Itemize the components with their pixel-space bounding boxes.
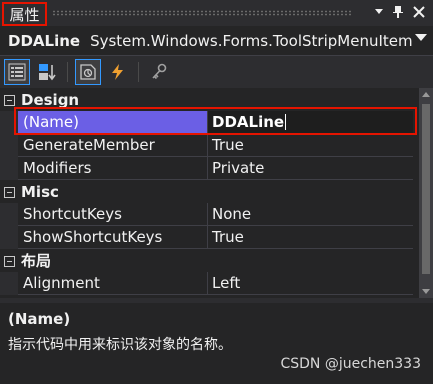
property-name[interactable]: (Name): [18, 111, 208, 134]
object-selector[interactable]: DDALine System.Windows.Forms.ToolStripMe…: [0, 26, 433, 56]
row-margin: [0, 134, 18, 157]
vertical-scrollbar[interactable]: [419, 88, 433, 298]
row-margin: [0, 157, 18, 180]
property-value[interactable]: True: [208, 226, 413, 249]
collapse-icon[interactable]: [4, 187, 15, 198]
property-value[interactable]: None: [208, 203, 413, 226]
property-name[interactable]: Alignment: [18, 272, 208, 295]
property-name[interactable]: ShortcutKeys: [18, 203, 208, 226]
category-misc[interactable]: Misc: [0, 180, 433, 203]
property-value[interactable]: True: [208, 134, 413, 157]
description-panel: (Name) 指示代码中用来标识该对象的名称。 CSDN @juechen333: [0, 303, 433, 384]
category-label: Misc: [21, 182, 59, 201]
window-title[interactable]: 属性: [2, 2, 47, 26]
row-margin: [0, 272, 18, 295]
property-row-modifiers[interactable]: Modifiers Private: [0, 157, 433, 180]
property-value[interactable]: Left: [208, 272, 413, 295]
property-row-name[interactable]: (Name) DDALine: [0, 111, 433, 134]
properties-icon[interactable]: [75, 59, 101, 85]
row-margin: [0, 203, 18, 226]
chevron-down-icon[interactable]: [415, 34, 427, 41]
events-icon[interactable]: [105, 59, 131, 85]
object-name: DDALine: [8, 31, 81, 50]
title-grip[interactable]: [52, 10, 353, 16]
property-value[interactable]: Private: [208, 157, 413, 180]
scroll-up-icon[interactable]: [422, 92, 430, 97]
object-type: System.Windows.Forms.ToolStripMenuItem: [90, 31, 413, 50]
toolbar-separator: [67, 62, 68, 82]
category-label: Design: [21, 90, 80, 109]
window-dropdown-icon[interactable]: [370, 3, 388, 21]
toolbar-separator: [138, 62, 139, 82]
property-grid: Design (Name) DDALine GenerateMember Tru…: [0, 88, 433, 298]
property-pages-icon[interactable]: [146, 59, 172, 85]
description-text: 指示代码中用来标识该对象的名称。: [8, 337, 232, 353]
property-name[interactable]: ShowShortcutKeys: [18, 226, 208, 249]
property-value-text: DDALine: [212, 113, 285, 131]
category-design[interactable]: Design: [0, 88, 433, 111]
window-title-label: 属性: [9, 5, 40, 24]
scroll-down-icon[interactable]: [422, 289, 430, 294]
property-row-alignment[interactable]: Alignment Left: [0, 272, 433, 295]
title-bar: 属性: [0, 0, 433, 26]
property-value-input[interactable]: DDALine: [208, 111, 413, 134]
collapse-icon[interactable]: [4, 95, 15, 106]
category-label: 布局: [21, 252, 52, 270]
watermark: CSDN @juechen333: [280, 356, 421, 372]
categorized-icon[interactable]: [4, 59, 30, 85]
text-caret: [285, 114, 287, 130]
toolbar: [0, 56, 433, 88]
property-name[interactable]: GenerateMember: [18, 134, 208, 157]
property-row-showshortcutkeys[interactable]: ShowShortcutKeys True: [0, 226, 433, 249]
row-margin: [0, 111, 18, 134]
row-margin: [0, 226, 18, 249]
alphabetical-icon[interactable]: [34, 59, 60, 85]
property-name[interactable]: Modifiers: [18, 157, 208, 180]
scroll-thumb[interactable]: [422, 104, 430, 274]
close-icon[interactable]: [410, 3, 428, 21]
collapse-icon[interactable]: [4, 256, 15, 267]
property-row-shortcutkeys[interactable]: ShortcutKeys None: [0, 203, 433, 226]
property-row-generatemember[interactable]: GenerateMember True: [0, 134, 433, 157]
description-title: (Name): [8, 310, 71, 328]
category-layout[interactable]: 布局: [0, 249, 433, 272]
pin-icon[interactable]: [389, 3, 407, 21]
